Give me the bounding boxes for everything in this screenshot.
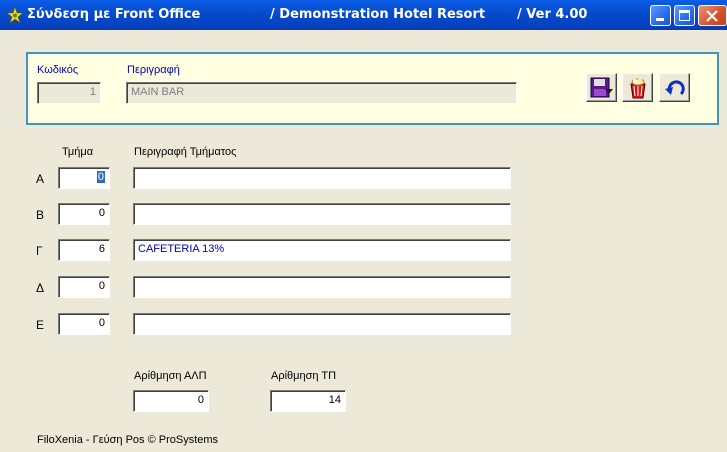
department-code-field[interactable]: 0 [58,313,110,335]
row-letter: Δ [36,281,45,295]
maximize-icon [679,10,690,21]
alp-numbering-label: Αρίθμηση ΑΛΠ [134,370,207,382]
save-icon [590,77,613,98]
minimize-button[interactable] [650,5,671,26]
tp-numbering-label: Αρίθμηση ΤΠ [271,370,337,382]
department-column-label: Τμήμα [62,146,94,158]
row-letter: Α [36,172,45,186]
description-field[interactable]: MAIN BAR [126,82,517,104]
title-bar[interactable]: Σύνδεση με Front Office / Demonstration … [0,0,727,30]
department-code-field[interactable]: 0 [58,203,110,225]
delete-icon [630,78,646,99]
undo-icon [665,80,685,96]
department-code-field[interactable]: 0 [58,167,110,189]
description-label: Περιγραφή [127,64,180,76]
window-title-hotel: / Demonstration Hotel Resort [270,7,486,22]
department-description-field[interactable]: CAFETERIA 13% [133,239,511,261]
close-icon [706,10,718,22]
app-star-icon [6,6,24,24]
department-code-field[interactable]: 0 [58,276,110,298]
department-description-field[interactable] [133,313,511,335]
row-letter: Ε [36,318,45,332]
window-title-version: / Ver 4.00 [517,7,588,22]
undo-button[interactable] [659,73,690,102]
department-description-field[interactable] [133,276,511,298]
tp-numbering-field[interactable]: 14 [270,390,346,412]
close-button[interactable] [698,5,727,26]
minimize-icon [656,18,664,21]
code-label: Κωδικός [37,64,79,76]
delete-button[interactable] [622,73,653,102]
maximize-button[interactable] [674,5,695,26]
row-letter: Γ [36,244,43,258]
department-description-field[interactable] [133,167,511,189]
department-code-value: 0 [96,171,105,183]
window-title: Σύνδεση με Front Office [27,7,201,22]
code-field[interactable]: 1 [37,82,101,104]
footer-copyright: FiloXenia - Γεύση Pos © ProSystems [37,434,219,446]
department-description-column-label: Περιγραφή Τμήματος [134,146,237,158]
department-code-field[interactable]: 6 [58,239,110,261]
department-description-field[interactable] [133,203,511,225]
save-button[interactable] [586,73,617,102]
alp-numbering-field[interactable]: 0 [133,390,209,412]
row-letter: Β [36,208,45,222]
